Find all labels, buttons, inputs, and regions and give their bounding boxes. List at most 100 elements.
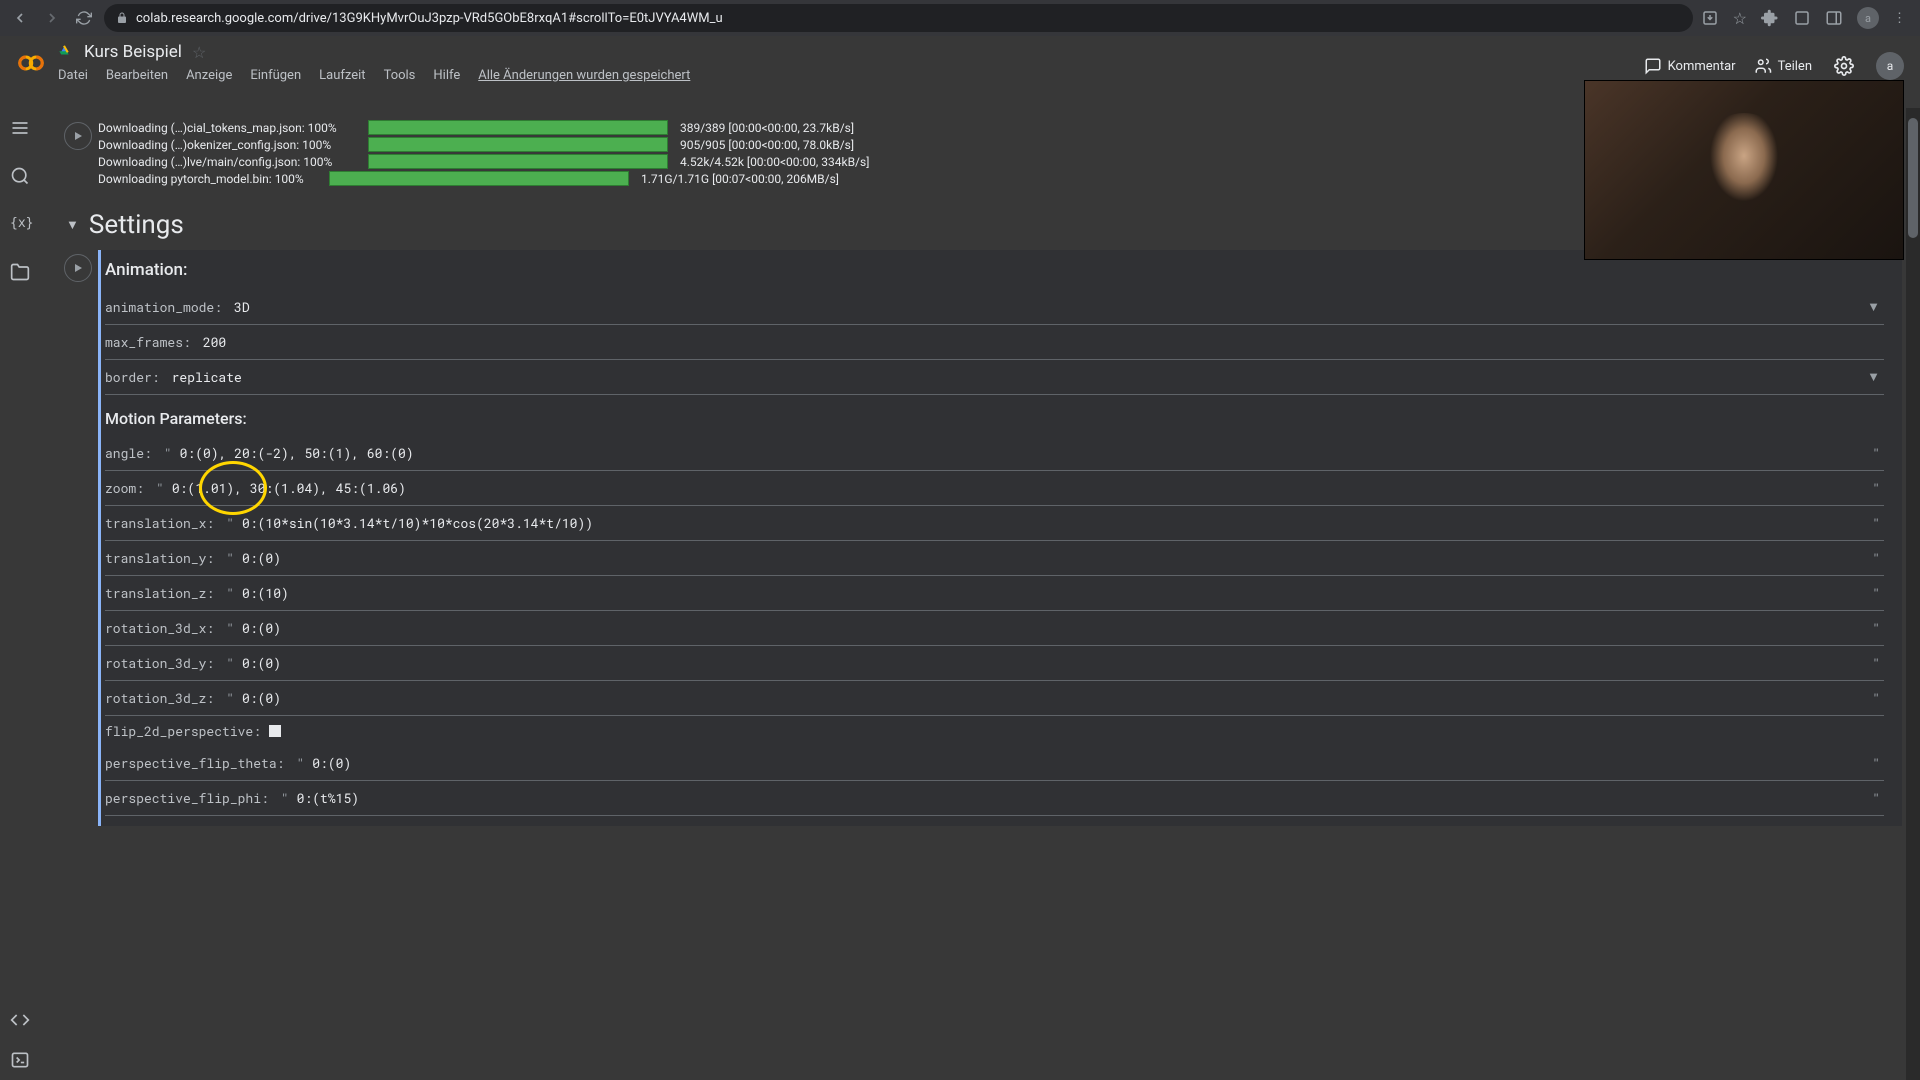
section-title: Settings — [89, 210, 184, 240]
field-label: rotation_3d_x: — [105, 619, 222, 637]
field-input[interactable] — [293, 787, 1869, 809]
download-meta: 905/905 [00:00<00:00, 78.0kB/s] — [680, 138, 854, 152]
quote-icon: " — [1868, 549, 1884, 567]
menu-hilfe[interactable]: Hilfe — [433, 68, 460, 83]
forward-button[interactable] — [40, 6, 64, 30]
teilen-button[interactable]: Teilen — [1754, 57, 1812, 75]
field-perspective-flip-theta: perspective_flip_theta: " " — [105, 746, 1884, 781]
field-label: translation_z: — [105, 584, 222, 602]
variables-icon[interactable]: {x} — [10, 214, 30, 234]
scrollbar-thumb[interactable] — [1908, 118, 1918, 238]
menu-anzeige[interactable]: Anzeige — [186, 68, 232, 83]
user-avatar[interactable]: a — [1876, 52, 1904, 80]
quote-icon: " — [222, 619, 238, 637]
field-translation-z: translation_z: " " — [105, 576, 1884, 611]
checkbox[interactable] — [269, 725, 281, 737]
menu-laufzeit[interactable]: Laufzeit — [319, 68, 365, 83]
motion-parameters-heading: Motion Parameters: — [105, 409, 1884, 428]
star-icon[interactable]: ☆ — [192, 43, 206, 62]
field-label: flip_2d_perspective: — [105, 722, 269, 740]
quote-icon: " — [1868, 514, 1884, 532]
field-border: border: replicate ▼ — [105, 360, 1884, 395]
back-button[interactable] — [8, 6, 32, 30]
drive-icon — [58, 44, 74, 60]
download-label: Downloading (…)cial_tokens_map.json: 100… — [98, 121, 362, 135]
menu-tools[interactable]: Tools — [384, 68, 416, 83]
field-input[interactable] — [238, 617, 1868, 639]
field-label: rotation_3d_z: — [105, 689, 222, 707]
quote-icon: " — [152, 479, 168, 497]
reload-button[interactable] — [72, 6, 96, 30]
scrollbar[interactable] — [1906, 108, 1920, 1080]
menu-bar: Datei Bearbeiten Anzeige Einfügen Laufze… — [58, 68, 690, 83]
settings-gear-button[interactable] — [1830, 52, 1858, 80]
search-icon[interactable] — [10, 166, 30, 186]
field-input[interactable] — [238, 582, 1868, 604]
quote-icon: " — [1868, 479, 1884, 497]
field-label: perspective_flip_theta: — [105, 754, 292, 772]
quote-icon: " — [1868, 654, 1884, 672]
download-label: Downloading (…)lve/main/config.json: 100… — [98, 155, 362, 169]
kommentar-button[interactable]: Kommentar — [1644, 57, 1736, 75]
star-icon[interactable]: ☆ — [1733, 9, 1747, 28]
field-input[interactable] — [199, 331, 1884, 353]
kommentar-label: Kommentar — [1668, 59, 1736, 74]
field-input[interactable] — [176, 442, 1869, 464]
menu-datei[interactable]: Datei — [58, 68, 88, 83]
install-icon[interactable] — [1701, 9, 1719, 27]
field-max-frames: max_frames: — [105, 325, 1884, 360]
quote-icon: " — [1868, 584, 1884, 602]
run-button-prev[interactable] — [64, 122, 92, 150]
field-flip-2d-perspective: flip_2d_perspective: — [105, 716, 1884, 746]
download-meta: 389/389 [00:00<00:00, 23.7kB/s] — [680, 121, 854, 135]
colab-logo-icon[interactable] — [16, 48, 46, 78]
extensions-icon[interactable] — [1761, 9, 1779, 27]
browser-bar: colab.research.google.com/drive/13G9KHyM… — [0, 0, 1920, 36]
field-perspective-flip-phi: perspective_flip_phi: " " — [105, 781, 1884, 816]
menu-bearbeiten[interactable]: Bearbeiten — [106, 68, 168, 83]
menu-einfuegen[interactable]: Einfügen — [250, 68, 301, 83]
quote-icon: " — [222, 514, 238, 532]
settings-form-cell: Animation: animation_mode: 3D ▼ max_fram… — [98, 250, 1902, 826]
field-input[interactable] — [238, 687, 1868, 709]
quote-icon: " — [1868, 619, 1884, 637]
field-input[interactable] — [238, 547, 1868, 569]
code-snippets-icon[interactable] — [10, 1010, 30, 1030]
download-label: Downloading (…)okenizer_config.json: 100… — [98, 138, 362, 152]
field-label: angle: — [105, 444, 160, 462]
chevron-down-icon[interactable]: ▼ — [1867, 369, 1884, 385]
chrome-menu-icon[interactable]: ⋮ — [1893, 11, 1906, 26]
field-input[interactable] — [168, 477, 1868, 499]
progress-bar — [368, 137, 668, 152]
field-label: perspective_flip_phi: — [105, 789, 277, 807]
field-input[interactable] — [308, 752, 1868, 774]
terminal-icon[interactable] — [10, 1050, 30, 1070]
field-input[interactable] — [238, 652, 1868, 674]
collapse-caret-icon[interactable]: ▼ — [66, 217, 79, 233]
quote-icon: " — [222, 584, 238, 602]
document-title[interactable]: Kurs Beispiel — [84, 42, 182, 62]
folder-icon[interactable] — [10, 262, 30, 282]
progress-bar — [368, 154, 668, 169]
field-label: zoom: — [105, 479, 152, 497]
field-animation-mode: animation_mode: 3D ▼ — [105, 290, 1884, 325]
profile-icon[interactable] — [1793, 9, 1811, 27]
field-label: rotation_3d_y: — [105, 654, 222, 672]
run-button-settings[interactable] — [64, 254, 92, 282]
teilen-label: Teilen — [1778, 59, 1812, 74]
toc-icon[interactable] — [10, 118, 30, 138]
panel-icon[interactable] — [1825, 9, 1843, 27]
field-angle: angle: " " — [105, 436, 1884, 471]
field-label: translation_x: — [105, 514, 222, 532]
save-status[interactable]: Alle Änderungen wurden gespeichert — [478, 68, 690, 83]
progress-bar — [368, 120, 668, 135]
browser-avatar[interactable]: a — [1857, 7, 1879, 29]
field-zoom: zoom: " " — [105, 471, 1884, 506]
field-value[interactable]: 3D — [230, 296, 1867, 318]
quote-icon: " — [222, 654, 238, 672]
field-value[interactable]: replicate — [168, 366, 1868, 388]
field-input[interactable] — [238, 512, 1868, 534]
field-translation-x: translation_x: " " — [105, 506, 1884, 541]
url-bar[interactable]: colab.research.google.com/drive/13G9KHyM… — [104, 4, 1693, 32]
chevron-down-icon[interactable]: ▼ — [1867, 299, 1884, 315]
